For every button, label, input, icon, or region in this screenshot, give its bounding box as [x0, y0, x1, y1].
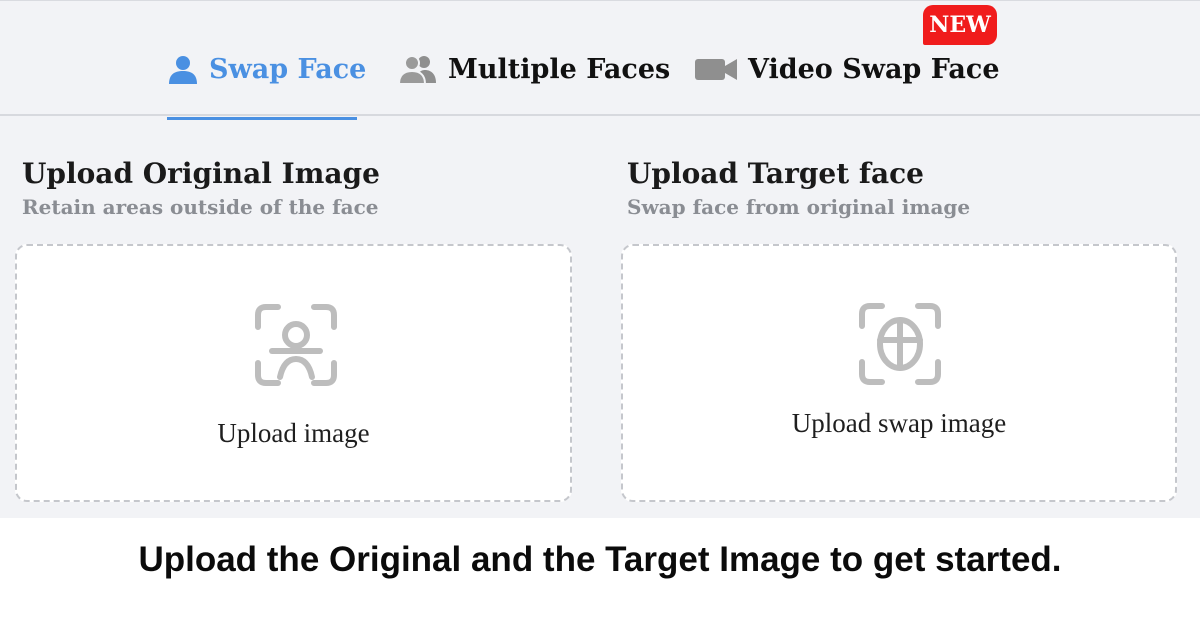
- tab-label: Video Swap Face: [748, 53, 1000, 85]
- tab-multiple-faces[interactable]: Multiple Faces: [398, 47, 670, 91]
- tab-bar: Swap Face Multiple Faces Video Swap Face…: [0, 1, 1200, 116]
- target-panel-header: Upload Target face Swap face from origin…: [627, 157, 970, 221]
- users-icon: [398, 53, 438, 85]
- target-panel-subtitle: Swap face from original image: [627, 195, 971, 219]
- face-scan-icon: [254, 303, 338, 392]
- face-swap-app: Swap Face Multiple Faces Video Swap Face…: [0, 0, 1200, 518]
- tab-label: Swap Face: [209, 53, 367, 85]
- original-upload-dropzone[interactable]: Upload image: [15, 244, 572, 502]
- tab-label: Multiple Faces: [448, 53, 671, 85]
- instruction-caption: Upload the Original and the Target Image…: [138, 540, 1062, 579]
- user-icon: [167, 53, 199, 85]
- original-panel-header: Upload Original Image Retain areas outsi…: [22, 157, 380, 221]
- target-panel-title: Upload Target face: [627, 157, 924, 190]
- tab-swap-face[interactable]: Swap Face: [167, 47, 366, 91]
- video-camera-icon: [694, 54, 738, 84]
- target-upload-dropzone[interactable]: Upload swap image: [621, 244, 1177, 502]
- tab-video-swap-face[interactable]: Video Swap Face: [694, 47, 1000, 91]
- upload-image-label: Upload image: [217, 418, 370, 448]
- upload-swap-image-label: Upload swap image: [791, 408, 1007, 438]
- active-tab-indicator: [167, 117, 357, 120]
- original-panel-subtitle: Retain areas outside of the face: [22, 195, 379, 219]
- original-panel-title: Upload Original Image: [22, 157, 380, 190]
- face-target-icon: [858, 302, 942, 391]
- new-badge: NEW: [923, 5, 997, 45]
